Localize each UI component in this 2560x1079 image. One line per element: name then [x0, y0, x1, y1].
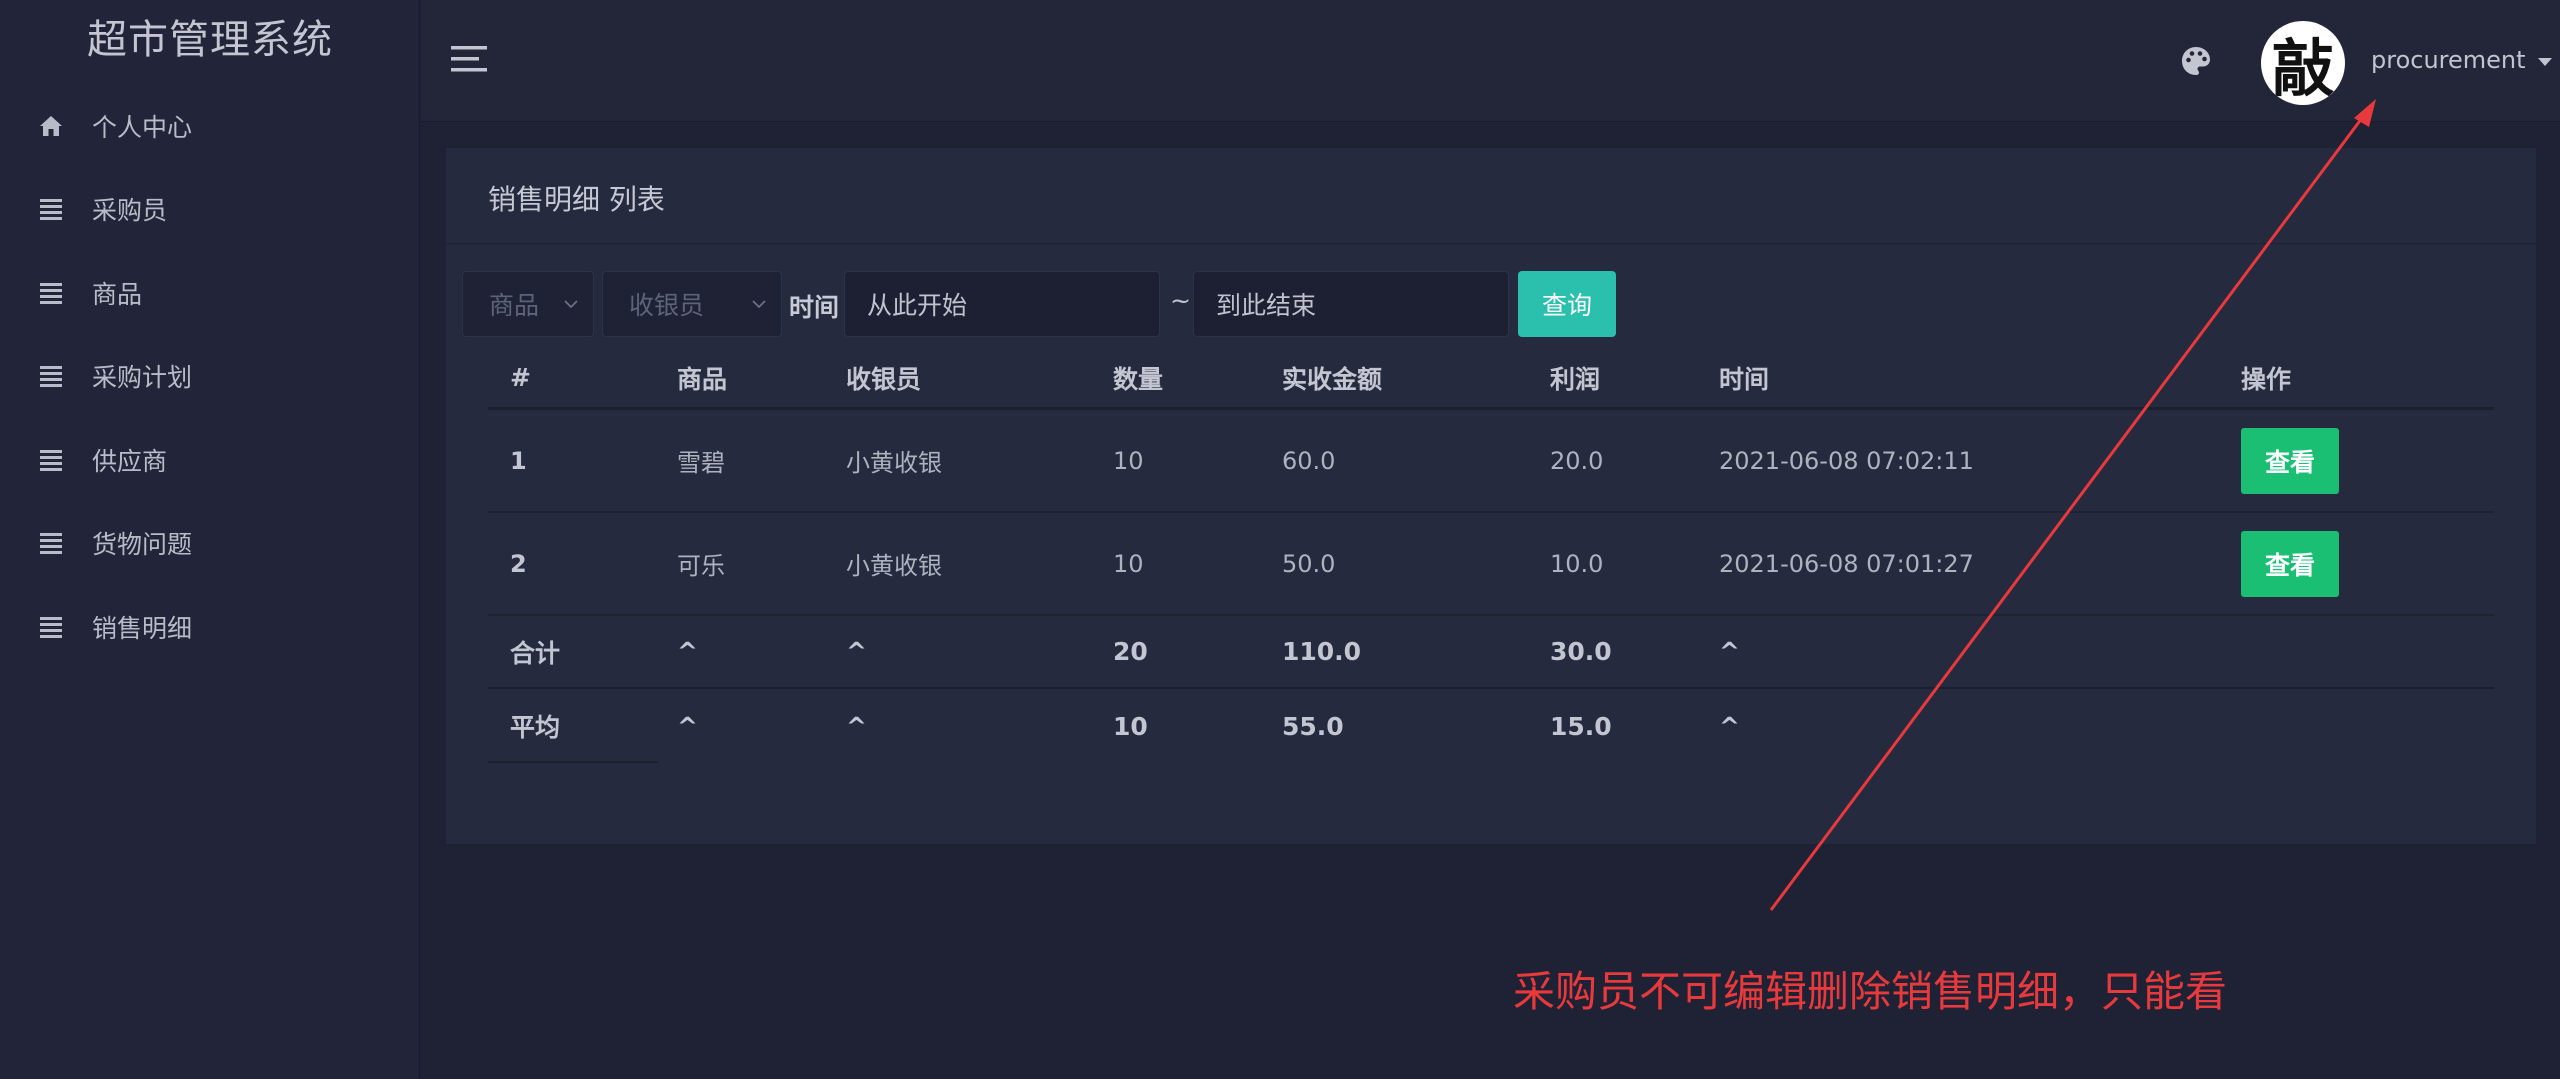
- list-icon: [38, 530, 64, 556]
- sidebar-item-label: 采购员: [92, 196, 168, 226]
- card-divider: [446, 243, 2536, 244]
- sidebar-item-suppliers[interactable]: 供应商: [0, 418, 420, 502]
- column-header-product[interactable]: 商品: [677, 360, 727, 396]
- cashier-select-placeholder: 收银员: [629, 291, 705, 320]
- summary-amount: 110.0: [1282, 637, 1362, 666]
- row-cashier: 小黄收银: [846, 552, 942, 580]
- list-icon: [38, 447, 64, 473]
- hamburger-icon[interactable]: [451, 44, 491, 76]
- sidebar-item-purchase-plan[interactable]: 采购计划: [0, 335, 420, 419]
- user-dropdown[interactable]: procurement: [2371, 42, 2552, 78]
- sidebar-menu: 个人中心 采购员 商品 采购计划 供应商 货物问题 销售明细: [0, 84, 420, 669]
- sidebar-item-label: 货物问题: [92, 530, 193, 560]
- view-button[interactable]: 查看: [2241, 530, 2339, 597]
- average-product: ^: [677, 711, 698, 741]
- row-quantity: 10: [1113, 549, 1144, 578]
- table-header-row: # 商品 收银员 数量 实收金额 利润 时间 操作: [488, 348, 2494, 410]
- average-amount: 55.0: [1282, 711, 1344, 741]
- annotation-text: 采购员不可编辑删除销售明细，只能看: [1513, 967, 2228, 1016]
- sidebar-item-label: 商品: [92, 279, 143, 309]
- table-row: 1 雪碧 小黄收银 10 60.0 20.0 2021-06-08 07:02:…: [488, 410, 2494, 513]
- row-amount: 60.0: [1282, 446, 1336, 475]
- row-quantity: 10: [1113, 446, 1144, 475]
- sidebar-item-goods-issues[interactable]: 货物问题: [0, 502, 420, 586]
- row-time: 2021-06-08 07:02:11: [1719, 446, 1974, 475]
- start-date-input[interactable]: 从此开始: [844, 271, 1160, 337]
- sidebar-item-label: 销售明细: [92, 613, 193, 643]
- summary-row-average: 平均 ^ ^ 10 55.0 15.0 ^: [488, 689, 2494, 763]
- query-button[interactable]: 查询: [1518, 271, 1616, 337]
- list-icon: [38, 363, 64, 389]
- chevron-down-icon: [752, 300, 766, 309]
- row-product: 雪碧: [677, 449, 725, 477]
- sidebar: 超市管理系统 个人中心 采购员 商品 采购计划 供应商 货物问题 销售明细: [0, 0, 420, 1079]
- sidebar-item-sales-details[interactable]: 销售明细: [0, 585, 420, 669]
- cashier-select[interactable]: 收银员: [602, 271, 782, 337]
- column-header-actions: 操作: [2241, 364, 2292, 394]
- list-icon: [38, 196, 64, 222]
- row-product: 可乐: [677, 552, 725, 580]
- row-index: 2: [510, 549, 527, 578]
- sidebar-item-label: 个人中心: [92, 112, 193, 142]
- table-row: 2 可乐 小黄收银 10 50.0 10.0 2021-06-08 07:01:…: [488, 513, 2494, 616]
- sidebar-item-label: 供应商: [92, 446, 168, 476]
- card-title: 销售明细 列表: [488, 183, 665, 216]
- column-header-quantity[interactable]: 数量: [1113, 360, 1163, 396]
- sidebar-item-purchasers[interactable]: 采购员: [0, 168, 420, 252]
- average-label-underline: [488, 761, 658, 763]
- row-time: 2021-06-08 07:01:27: [1719, 549, 1974, 578]
- sidebar-item-personal-center[interactable]: 个人中心: [0, 84, 420, 168]
- column-header-cashier[interactable]: 收银员: [846, 360, 921, 396]
- end-date-input[interactable]: 到此结束: [1193, 271, 1509, 337]
- end-date-placeholder: 到此结束: [1216, 291, 1317, 320]
- column-header-time[interactable]: 时间: [1719, 360, 1769, 396]
- chevron-down-icon: [564, 300, 578, 309]
- home-icon: [38, 113, 64, 139]
- top-header: 敲 procurement: [421, 0, 2560, 122]
- summary-profit: 30.0: [1550, 637, 1612, 666]
- summary-label: 合计: [510, 638, 561, 668]
- app-title: 超市管理系统: [87, 17, 333, 63]
- average-profit: 15.0: [1550, 711, 1612, 741]
- column-header-amount[interactable]: 实收金额: [1282, 360, 1382, 396]
- row-cashier: 小黄收银: [846, 449, 942, 477]
- average-label: 平均: [510, 713, 561, 742]
- summary-quantity: 20: [1113, 637, 1148, 666]
- time-filter-label: 时间: [789, 293, 840, 322]
- summary-cashier: ^: [846, 637, 867, 666]
- username-label: procurement: [2371, 46, 2526, 74]
- average-time: ^: [1719, 711, 1740, 741]
- avatar-character: 敲: [2271, 32, 2334, 105]
- row-index: 1: [510, 446, 527, 475]
- sales-details-card: 销售明细 列表 商品 收银员 时间 从此开始 ~ 到此结束 查询 # 商品 收银…: [446, 148, 2536, 844]
- caret-down-icon: [2537, 57, 2552, 66]
- date-range-separator: ~: [1170, 286, 1191, 315]
- product-select[interactable]: 商品: [462, 271, 594, 337]
- average-cashier: ^: [846, 711, 867, 741]
- summary-row-total: 合计 ^ ^ 20 110.0 30.0 ^: [488, 616, 2494, 689]
- list-icon: [38, 280, 64, 306]
- list-icon: [38, 614, 64, 640]
- column-header-index: #: [510, 363, 531, 392]
- start-date-placeholder: 从此开始: [867, 291, 968, 320]
- column-header-profit[interactable]: 利润: [1550, 360, 1600, 396]
- palette-icon[interactable]: [2180, 45, 2214, 79]
- average-quantity: 10: [1113, 711, 1148, 741]
- view-button[interactable]: 查看: [2241, 427, 2339, 494]
- row-profit: 10.0: [1550, 549, 1604, 578]
- sales-table: # 商品 收银员 数量 实收金额 利润 时间 操作 1 雪碧 小黄收银 10 6…: [488, 348, 2494, 763]
- product-select-placeholder: 商品: [489, 291, 540, 320]
- sidebar-item-label: 采购计划: [92, 363, 193, 393]
- row-amount: 50.0: [1282, 549, 1336, 578]
- sidebar-item-products[interactable]: 商品: [0, 251, 420, 335]
- summary-product: ^: [677, 637, 698, 666]
- summary-time: ^: [1719, 637, 1740, 666]
- avatar[interactable]: 敲: [2261, 21, 2345, 105]
- row-profit: 20.0: [1550, 446, 1604, 475]
